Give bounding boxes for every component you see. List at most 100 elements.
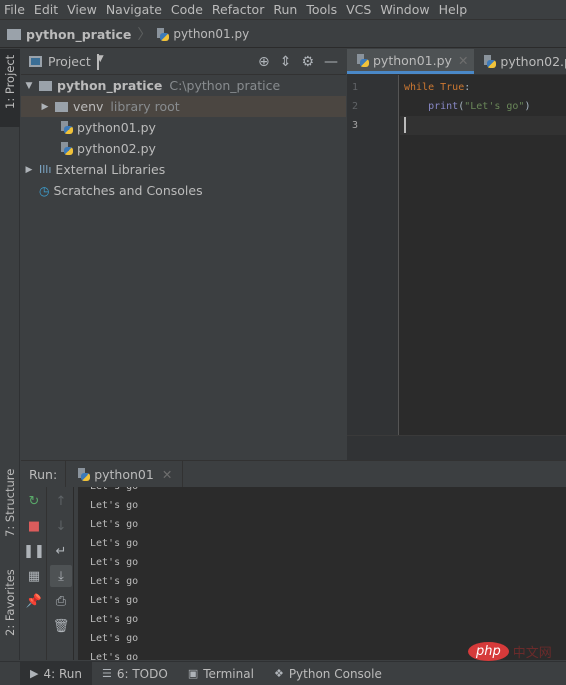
project-tree: ▼ python_pratice C:\python_pratice ▶ ven… [21, 75, 346, 201]
tree-item-label: python_pratice [57, 78, 163, 93]
console-line: Let's go [90, 595, 139, 606]
locate-icon[interactable]: ⊕ [258, 54, 270, 70]
hide-icon[interactable]: — [324, 54, 338, 70]
editor-tabs: python01.py ✕ python02.py [347, 49, 566, 75]
watermark-text: 中文网 [512, 646, 552, 661]
menu-run[interactable]: Run [273, 2, 297, 17]
menu-view[interactable]: View [67, 2, 97, 17]
print-icon[interactable]: ⎙ [50, 590, 72, 612]
pin-icon[interactable]: 📌 [23, 590, 45, 612]
tab-python02[interactable]: python02.py [474, 49, 566, 74]
gear-icon[interactable]: ⚙ [301, 54, 314, 70]
menu-refactor[interactable]: Refactor [212, 2, 264, 17]
menu-tools[interactable]: Tools [306, 2, 337, 17]
watermark: php 中文网 [468, 642, 552, 661]
menu-bar: File Edit View Navigate Code Refactor Ru… [0, 0, 566, 20]
run-tab-python01[interactable]: python01 ✕ [65, 461, 184, 487]
python-run-icon [78, 467, 91, 481]
editor: python01.py ✕ python02.py 1 2 3 while Tr… [347, 49, 566, 435]
python-file-icon [157, 27, 170, 41]
tree-item-venv[interactable]: ▶ venv library root [21, 96, 346, 117]
library-icon: Illı [39, 163, 52, 176]
tab-favorites-label: 2: Favorites [3, 569, 17, 636]
folder-icon [55, 101, 68, 112]
collapse-arrow-icon[interactable]: ▶ [39, 102, 51, 112]
console-output[interactable]: Let's go Let's go Let's go Let's go Let'… [78, 487, 566, 660]
run-toolbar-primary: ↻ ■ ❚❚ ▦ 📌 [21, 487, 47, 660]
close-icon[interactable]: ✕ [162, 467, 172, 482]
expand-arrow-icon[interactable]: ▼ [23, 81, 35, 91]
tab-project[interactable]: 1: Project [0, 49, 20, 127]
tab-label: python01.py [373, 52, 452, 68]
text-caret [404, 117, 406, 133]
breadcrumb-file[interactable]: python01.py [173, 27, 249, 41]
collapse-all-icon[interactable]: ⇕ [280, 54, 292, 70]
project-panel: Project ▼ ⊕ ⇕ ⚙ — ▼ python_pratice C:\py… [21, 49, 346, 459]
breadcrumb: python_pratice 〉 python01.py [0, 21, 566, 48]
run-toolbar-secondary: ↑ ↓ ↵ ⤓ ⎙ 🗑 [48, 487, 74, 660]
tree-item-python01[interactable]: python01.py [21, 117, 346, 138]
run-icon: ▶ [30, 667, 39, 680]
bottom-tab-python-console[interactable]: ❖ Python Console [264, 662, 392, 685]
bottom-tab-label: 6: TODO [116, 666, 168, 681]
scroll-to-end-icon[interactable]: ⤓ [50, 565, 72, 587]
menu-vcs[interactable]: VCS [346, 2, 371, 17]
bottom-tab-label: Terminal [203, 666, 254, 681]
code-area[interactable]: while True: print("Let's go") [400, 75, 566, 435]
layout-icon[interactable]: ▦ [23, 565, 45, 587]
rerun-icon[interactable]: ↻ [23, 490, 45, 512]
tree-item-hint: library root [110, 99, 180, 114]
tree-item-label: python02.py [77, 141, 156, 156]
menu-code[interactable]: Code [171, 2, 203, 17]
tab-favorites[interactable]: 2: Favorites [0, 569, 20, 654]
tree-item-hint: C:\python_pratice [169, 78, 281, 93]
stop-icon[interactable]: ■ [23, 515, 45, 537]
python-file-icon [61, 121, 73, 134]
line-gutter: 1 2 3 [347, 75, 399, 435]
tree-item-root[interactable]: ▼ python_pratice C:\python_pratice [21, 75, 346, 96]
menu-edit[interactable]: Edit [34, 2, 58, 17]
punct: ) [524, 101, 531, 112]
tab-python01[interactable]: python01.py ✕ [347, 49, 475, 74]
tree-item-label: External Libraries [55, 162, 166, 177]
scratches-icon: ◷ [39, 183, 50, 198]
code-line: print("Let's go") [400, 97, 566, 116]
tab-structure[interactable]: 7: Structure [0, 469, 20, 554]
bottom-tab-todo[interactable]: ☰ 6: TODO [92, 662, 178, 685]
project-panel-header: Project ▼ ⊕ ⇕ ⚙ — [21, 49, 346, 75]
python-file-icon [357, 53, 369, 67]
menu-file[interactable]: File [4, 2, 25, 17]
console-line: Let's go [78, 487, 566, 496]
close-icon[interactable]: ✕ [458, 53, 468, 68]
tree-item-label: Scratches and Consoles [53, 183, 203, 198]
console-line: Let's go [90, 576, 139, 587]
tree-item-python02[interactable]: python02.py [21, 138, 346, 159]
menu-navigate[interactable]: Navigate [106, 2, 162, 17]
line-number: 1 [352, 82, 359, 93]
trash-icon[interactable]: 🗑 [50, 615, 72, 637]
up-arrow-icon[interactable]: ↑ [50, 490, 72, 512]
menu-help[interactable]: Help [439, 2, 468, 17]
tree-item-external-libraries[interactable]: ▶ Illı External Libraries [21, 159, 346, 180]
watermark-logo: php [468, 642, 509, 661]
tree-item-scratches[interactable]: ◷ Scratches and Consoles [21, 180, 346, 201]
bottom-tab-terminal[interactable]: ▣ Terminal [178, 662, 264, 685]
punct: : [464, 82, 471, 93]
collapse-arrow-icon[interactable]: ▶ [23, 165, 35, 175]
bottom-tab-run[interactable]: ▶ 4: Run [20, 662, 92, 685]
python-icon: ❖ [273, 667, 284, 680]
python-file-icon [484, 55, 497, 68]
chevron-down-icon[interactable]: ▼ [96, 53, 104, 70]
tree-item-label: venv [73, 99, 104, 114]
run-label: Run: [29, 466, 58, 482]
project-view-selector[interactable]: Project [48, 54, 91, 69]
pause-icon[interactable]: ❚❚ [23, 540, 45, 562]
python-file-icon [61, 142, 73, 155]
down-arrow-icon[interactable]: ↓ [50, 515, 72, 537]
menu-window[interactable]: Window [380, 2, 429, 17]
console-line: Let's go [90, 614, 139, 625]
breadcrumb-project[interactable]: python_pratice [26, 27, 131, 42]
tab-label: python02.py [500, 54, 566, 69]
soft-wrap-icon[interactable]: ↵ [50, 540, 72, 562]
bottom-tab-label: Python Console [288, 666, 382, 681]
